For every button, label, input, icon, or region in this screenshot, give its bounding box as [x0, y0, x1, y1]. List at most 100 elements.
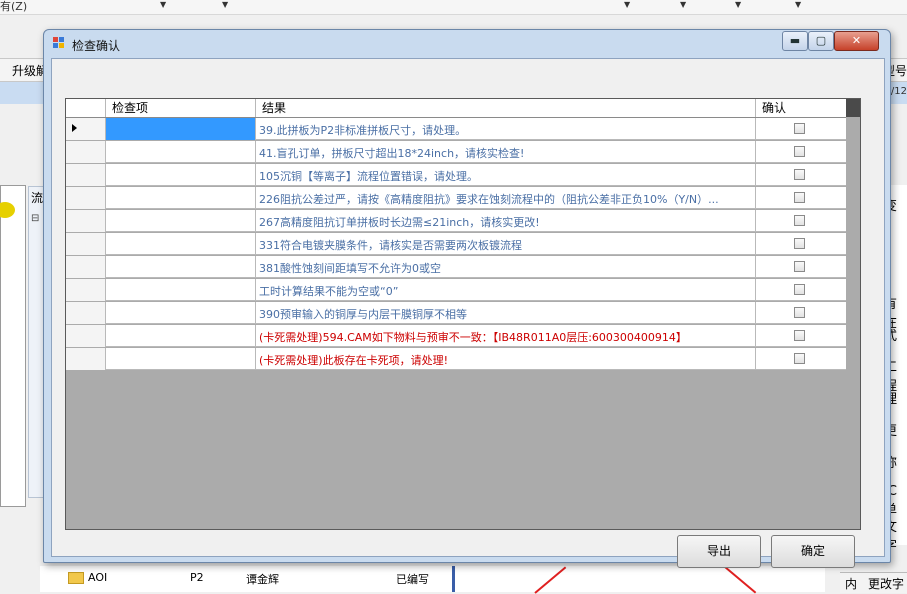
result-cell[interactable]: 267高精度阻抗订单拼板时长边需≤21inch，请核实更改!: [256, 210, 756, 232]
check-item-cell[interactable]: [106, 118, 256, 140]
row-header[interactable]: [66, 256, 106, 278]
collapse-icon[interactable]: ⊟: [31, 213, 39, 224]
result-text: 105沉铜【等离子】流程位置错误，请处理。: [259, 170, 478, 183]
confirm-cell[interactable]: [756, 279, 846, 301]
result-cell[interactable]: (卡死需处理)此板存在卡死项，请处理!: [256, 348, 756, 370]
confirm-button[interactable]: 确定: [771, 535, 855, 568]
export-button[interactable]: 导出: [677, 535, 761, 568]
column-header-confirm[interactable]: 确认: [756, 99, 846, 117]
dialog-titlebar[interactable]: 检查确认 ▬ ▢ ✕: [44, 30, 890, 58]
confirm-checkbox[interactable]: [794, 192, 805, 203]
tree-item-layer: P2: [190, 571, 204, 584]
dropdown-arrow-icon: ▼: [680, 0, 687, 9]
confirm-checkbox[interactable]: [794, 146, 805, 157]
drawing-line: [534, 566, 567, 594]
result-cell[interactable]: 390预审输入的铜厚与内层干膜铜厚不相等: [256, 302, 756, 324]
confirm-checkbox[interactable]: [794, 238, 805, 249]
table-row[interactable]: 267高精度阻抗订单拼板时长边需≤21inch，请核实更改!: [66, 210, 846, 232]
confirm-checkbox[interactable]: [794, 123, 805, 134]
result-cell[interactable]: 381酸性蚀刻间距填写不允许为0或空: [256, 256, 756, 278]
row-header[interactable]: [66, 279, 106, 301]
confirm-checkbox[interactable]: [794, 261, 805, 272]
check-item-cell[interactable]: [106, 348, 256, 370]
check-item-cell[interactable]: [106, 256, 256, 278]
table-row[interactable]: (卡死需处理)此板存在卡死项，请处理!: [66, 348, 846, 370]
confirm-checkbox[interactable]: [794, 284, 805, 295]
result-cell[interactable]: 331符合电镀夹膜条件，请核实是否需要两次板镀流程: [256, 233, 756, 255]
result-text: (卡死需处理)594.CAM如下物料与预审不一致：【IB48R011A0层压:6…: [259, 331, 687, 344]
confirm-cell[interactable]: [756, 141, 846, 163]
dropdown-arrow-icon: ▼: [160, 0, 167, 9]
dialog-title: 检查确认: [72, 39, 121, 53]
result-cell[interactable]: 39.此拼板为P2非标准拼板尺寸，请处理。: [256, 118, 756, 140]
row-header[interactable]: [66, 141, 106, 163]
dropdown-arrow-icon: ▼: [222, 0, 229, 9]
result-cell[interactable]: 105沉铜【等离子】流程位置错误，请处理。: [256, 164, 756, 186]
flow-label: 流: [31, 191, 44, 205]
result-text: 39.此拼板为P2非标准拼板尺寸，请处理。: [259, 124, 467, 137]
confirm-cell[interactable]: [756, 302, 846, 324]
dropdown-arrow-icon: ▼: [735, 0, 742, 9]
row-header[interactable]: [66, 210, 106, 232]
row-header[interactable]: [66, 348, 106, 370]
row-header[interactable]: [66, 233, 106, 255]
minimize-button[interactable]: ▬: [782, 31, 808, 51]
confirm-cell[interactable]: [756, 210, 846, 232]
column-header-result[interactable]: 结果: [256, 99, 756, 117]
check-item-cell[interactable]: [106, 164, 256, 186]
result-cell[interactable]: 41.盲孔订单，拼板尺寸超出18*24inch，请核实检查!: [256, 141, 756, 163]
row-header[interactable]: [66, 187, 106, 209]
row-header[interactable]: [66, 164, 106, 186]
check-item-cell[interactable]: [106, 187, 256, 209]
check-item-cell[interactable]: [106, 210, 256, 232]
row-header[interactable]: [66, 325, 106, 347]
table-row[interactable]: 390预审输入的铜厚与内层干膜铜厚不相等: [66, 302, 846, 324]
confirm-checkbox[interactable]: [794, 215, 805, 226]
column-header-check-item[interactable]: 检查项: [106, 99, 256, 117]
confirm-checkbox[interactable]: [794, 353, 805, 364]
background-menu-item[interactable]: 有(Z): [0, 0, 27, 14]
check-item-cell[interactable]: [106, 279, 256, 301]
confirm-cell[interactable]: [756, 164, 846, 186]
table-row[interactable]: 381酸性蚀刻间距填写不允许为0或空: [66, 256, 846, 278]
check-item-cell[interactable]: [106, 233, 256, 255]
tree-item-person: 谭金辉: [246, 573, 279, 586]
confirm-cell[interactable]: [756, 187, 846, 209]
check-item-cell[interactable]: [106, 141, 256, 163]
check-item-cell[interactable]: [106, 325, 256, 347]
confirm-checkbox[interactable]: [794, 169, 805, 180]
maximize-button[interactable]: ▢: [808, 31, 834, 51]
background-bottom-right: 内 更改字: [840, 572, 907, 593]
row-header[interactable]: [66, 118, 106, 140]
confirm-cell[interactable]: [756, 233, 846, 255]
folder-icon: [68, 572, 84, 584]
check-item-cell[interactable]: [106, 302, 256, 324]
result-text: 267高精度阻抗订单拼板时长边需≤21inch，请核实更改!: [259, 216, 540, 229]
check-results-grid[interactable]: 检查项 结果 确认 39.此拼板为P2非标准拼板尺寸，请处理。 41.盲孔订单，拼…: [65, 98, 861, 530]
close-button[interactable]: ✕: [834, 31, 879, 51]
table-row[interactable]: 工时计算结果不能为空或“0”: [66, 279, 846, 301]
confirm-cell[interactable]: [756, 348, 846, 370]
table-row[interactable]: 41.盲孔订单，拼板尺寸超出18*24inch，请核实检查!: [66, 141, 846, 163]
confirm-checkbox[interactable]: [794, 330, 805, 341]
table-row[interactable]: 39.此拼板为P2非标准拼板尺寸，请处理。: [66, 118, 846, 140]
confirm-cell[interactable]: [756, 256, 846, 278]
result-text: 390预审输入的铜厚与内层干膜铜厚不相等: [259, 308, 467, 321]
confirm-cell[interactable]: [756, 325, 846, 347]
result-text: 226阻抗公差过严，请按《高精度阻抗》要求在蚀刻流程中的（阻抗公差非正负10%（…: [259, 193, 719, 206]
table-row[interactable]: (卡死需处理)594.CAM如下物料与预审不一致：【IB48R011A0层压:6…: [66, 325, 846, 347]
row-header[interactable]: [66, 302, 106, 324]
dropdown-arrow-icon: ▼: [624, 0, 631, 9]
result-cell[interactable]: (卡死需处理)594.CAM如下物料与预审不一致：【IB48R011A0层压:6…: [256, 325, 756, 347]
result-cell[interactable]: 工时计算结果不能为空或“0”: [256, 279, 756, 301]
result-cell[interactable]: 226阻抗公差过严，请按《高精度阻抗》要求在蚀刻流程中的（阻抗公差非正负10%（…: [256, 187, 756, 209]
background-tree-row[interactable]: AOI P2 谭金辉 已编写: [40, 566, 460, 592]
result-text: 工时计算结果不能为空或“0”: [259, 285, 399, 298]
table-row[interactable]: 331符合电镀夹膜条件，请核实是否需要两次板镀流程: [66, 233, 846, 255]
result-text: 41.盲孔订单，拼板尺寸超出18*24inch，请核实检查!: [259, 147, 525, 160]
current-row-arrow-icon: [72, 124, 77, 132]
confirm-cell[interactable]: [756, 118, 846, 140]
table-row[interactable]: 105沉铜【等离子】流程位置错误，请处理。: [66, 164, 846, 186]
confirm-checkbox[interactable]: [794, 307, 805, 318]
table-row[interactable]: 226阻抗公差过严，请按《高精度阻抗》要求在蚀刻流程中的（阻抗公差非正负10%（…: [66, 187, 846, 209]
